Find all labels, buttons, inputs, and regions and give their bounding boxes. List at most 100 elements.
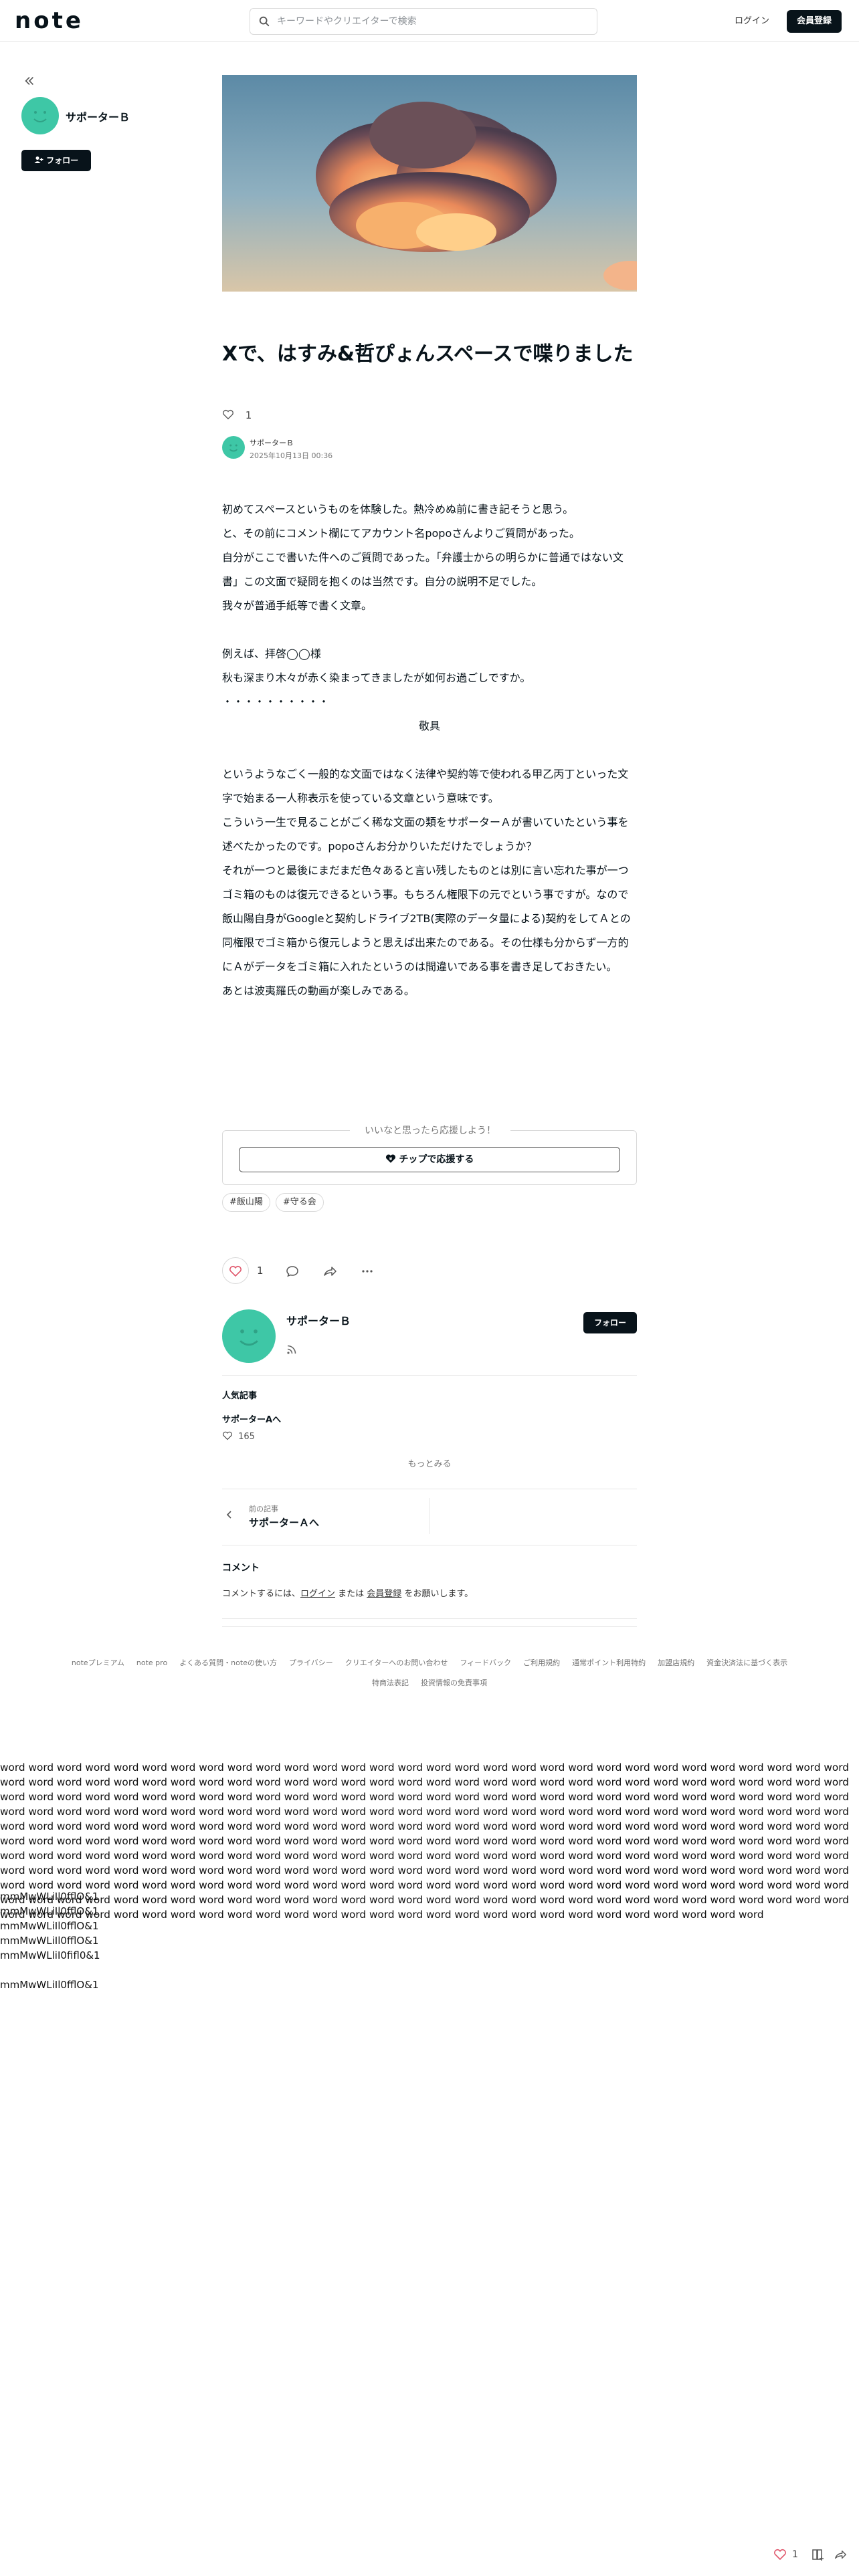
title-like-row[interactable]: 1 xyxy=(222,409,252,425)
paragraph: 例えば、拝啓◯◯様 xyxy=(222,647,321,660)
glyph-line: mmMwWLiIl0fflO&1 xyxy=(0,1935,99,1947)
comment-prompt-text: コメントするには、 xyxy=(222,1589,301,1599)
popular-like-count: 165 xyxy=(238,1432,255,1442)
login-link[interactable]: ログイン xyxy=(735,13,769,26)
tip-button[interactable]: ¥ チップで応援する xyxy=(239,1147,620,1172)
tip-label: いいなと思ったら応援しよう！ xyxy=(350,1123,510,1137)
publish-date: 2025年10月13日 00:36 xyxy=(250,451,333,460)
heart-icon xyxy=(223,409,233,420)
word-test-block: word word word word word word word word … xyxy=(0,1761,850,1921)
search-icon xyxy=(259,16,270,27)
comment-signup-link[interactable]: 会員登録 xyxy=(367,1589,401,1599)
tag-chip[interactable]: #守る会 xyxy=(275,1193,324,1212)
sidebar-follow-label: フォロー xyxy=(46,156,79,165)
heart-icon xyxy=(223,1431,232,1440)
paragraph: というようなごく一般的な文面ではなく法律や契約等で使われる甲乙丙丁といった文字で… xyxy=(222,768,629,804)
magazine-icon[interactable] xyxy=(811,2548,824,2561)
author-name[interactable]: サポーターＢ xyxy=(250,437,294,448)
tip-button-label: チップで応援する xyxy=(399,1154,474,1165)
share-icon[interactable] xyxy=(322,1264,337,1279)
footer-link[interactable]: ご利用規約 xyxy=(523,1653,560,1673)
comment-login-prompt: コメントするには、ログイン または 会員登録 をお願いします。 xyxy=(222,1586,473,1599)
signup-button[interactable]: 会員登録 xyxy=(787,10,842,33)
tag-chip[interactable]: #飯山陽 xyxy=(222,1193,270,1212)
chevrons-left-icon[interactable] xyxy=(23,75,35,87)
paragraph: ・・・・・・・・・・ xyxy=(222,695,330,708)
site-header: note ログイン 会員登録 xyxy=(0,0,859,42)
svg-text:¥: ¥ xyxy=(389,1156,392,1162)
article-body: 初めてスペースというものを体験した。熱冷めぬ前に書き記そうと思う。 と、その前に… xyxy=(222,498,637,1003)
popular-article-link[interactable]: サポーターAへ xyxy=(222,1412,281,1425)
hero-image xyxy=(222,75,637,292)
previous-article-link[interactable]: 前の記事 サポーターＡへ xyxy=(222,1494,430,1538)
glyph-line: mmMwWLiIl0fflO&1 xyxy=(0,1979,99,1991)
previous-article-title: サポーターＡへ xyxy=(249,1517,320,1529)
footer-link[interactable]: 投資情報の免責事項 xyxy=(421,1673,487,1693)
popular-article-likes: 165 xyxy=(222,1431,255,1442)
person-plus-icon xyxy=(34,156,43,163)
comment-prompt-text: または xyxy=(335,1589,367,1599)
like-button[interactable] xyxy=(222,1257,249,1284)
footer-link[interactable]: 通常ポイント利用特約 xyxy=(572,1653,646,1673)
creator-avatar[interactable] xyxy=(222,1309,276,1363)
paragraph: それが一つと最後にまだまだ色々あると言い残したものとは別に言い忘れた事が一つゴミ… xyxy=(222,864,631,973)
action-row: 1 xyxy=(222,1257,637,1284)
search-input[interactable] xyxy=(277,9,585,34)
glyph-line: mmMwWLliI0fifl0&1 xyxy=(0,1949,100,1961)
creator-follow-button[interactable]: フォロー xyxy=(583,1312,637,1333)
footer-link[interactable]: フィードバック xyxy=(460,1653,511,1673)
heart-icon[interactable] xyxy=(773,2548,787,2561)
glyph-line: mmMwWLiIl0fflO&1 xyxy=(0,1920,99,1932)
comment-login-link[interactable]: ログイン xyxy=(300,1589,335,1599)
footer-link[interactable]: よくある質問・noteの使い方 xyxy=(179,1653,277,1673)
like-count: 1 xyxy=(257,1265,264,1277)
paragraph: と、その前にコメント欄にてアカウント名popoさんよりご質問があった。 xyxy=(222,527,580,540)
smiley-face-icon xyxy=(229,444,238,452)
paragraph: 我々が普通手紙等で書く文章。 xyxy=(222,599,373,612)
divider xyxy=(222,1375,637,1376)
share-icon[interactable] xyxy=(834,2548,847,2561)
article-title: Xで、はすみ&哲ぴょんスペースで喋りました xyxy=(222,342,634,366)
sidebar-follow-button[interactable]: フォロー xyxy=(21,150,91,171)
paragraph: 自分がここで書いた件へのご質問であった。「弁護士からの明らかに普通ではない文書」… xyxy=(222,551,624,588)
heart-coin-icon: ¥ xyxy=(385,1154,395,1163)
rss-icon[interactable] xyxy=(286,1344,297,1355)
sidebar-author-name[interactable]: サポーターＢ xyxy=(66,108,130,124)
more-icon[interactable] xyxy=(360,1264,375,1279)
footer-link[interactable]: 特商法表記 xyxy=(372,1673,409,1693)
creator-name[interactable]: サポーターＢ xyxy=(286,1312,351,1328)
title-like-count: 1 xyxy=(245,409,252,421)
paragraph: こういう一生で見ることがごく稀な文面の類をサポーターＡが書いていたという事を述べ… xyxy=(222,816,629,853)
author-avatar[interactable] xyxy=(222,436,245,459)
heart-icon xyxy=(229,1265,242,1277)
chevron-left-icon xyxy=(226,1511,231,1519)
paragraph: あとは波夷羅氏の動画が楽しみである。 xyxy=(222,984,415,997)
tip-box: いいなと思ったら応援しよう！ ¥ チップで応援する xyxy=(222,1123,637,1185)
comment-icon[interactable] xyxy=(285,1264,300,1279)
popular-heading: 人気記事 xyxy=(222,1391,258,1401)
divider xyxy=(222,1626,637,1627)
previous-article-label: 前の記事 xyxy=(249,1505,278,1513)
paragraph: 初めてスペースというものを体験した。熱冷めぬ前に書き記そうと思う。 xyxy=(222,503,574,516)
footer-link[interactable]: noteプレミアム xyxy=(72,1653,124,1673)
glyph-test-block: mmMwWLiIl0fflO&1 mmMwWLiIl0fflO&1 mmMwWL… xyxy=(0,1889,100,1992)
glyph-line: mmMwWLiIl0fflO&1 xyxy=(0,1905,99,1917)
see-more-link[interactable]: もっとみる xyxy=(222,1457,637,1469)
footer-link[interactable]: 加盟店規約 xyxy=(658,1653,694,1673)
search-box[interactable] xyxy=(250,8,597,35)
footer-link[interactable]: 資金決済法に基づく表示 xyxy=(706,1653,787,1673)
divider xyxy=(222,1618,637,1619)
paragraph: 敬具 xyxy=(418,720,440,732)
paragraph: 秋も深まり木々が赤く染まってきましたが如何お過ごしですか。 xyxy=(222,671,531,684)
glyph-line: mmMwWLiIl0fflO&1 xyxy=(0,1891,99,1903)
note-logo[interactable]: note xyxy=(15,9,84,32)
floating-like-count: 1 xyxy=(792,2549,798,2560)
comment-heading: コメント xyxy=(222,1563,260,1574)
footer-link[interactable]: note pro xyxy=(136,1653,167,1673)
footer-link[interactable]: プライバシー xyxy=(289,1653,333,1673)
avatar[interactable] xyxy=(21,97,59,134)
footer-link[interactable]: クリエイターへのお問い合わせ xyxy=(345,1653,448,1673)
comment-prompt-text: をお願いします。 xyxy=(401,1589,474,1599)
